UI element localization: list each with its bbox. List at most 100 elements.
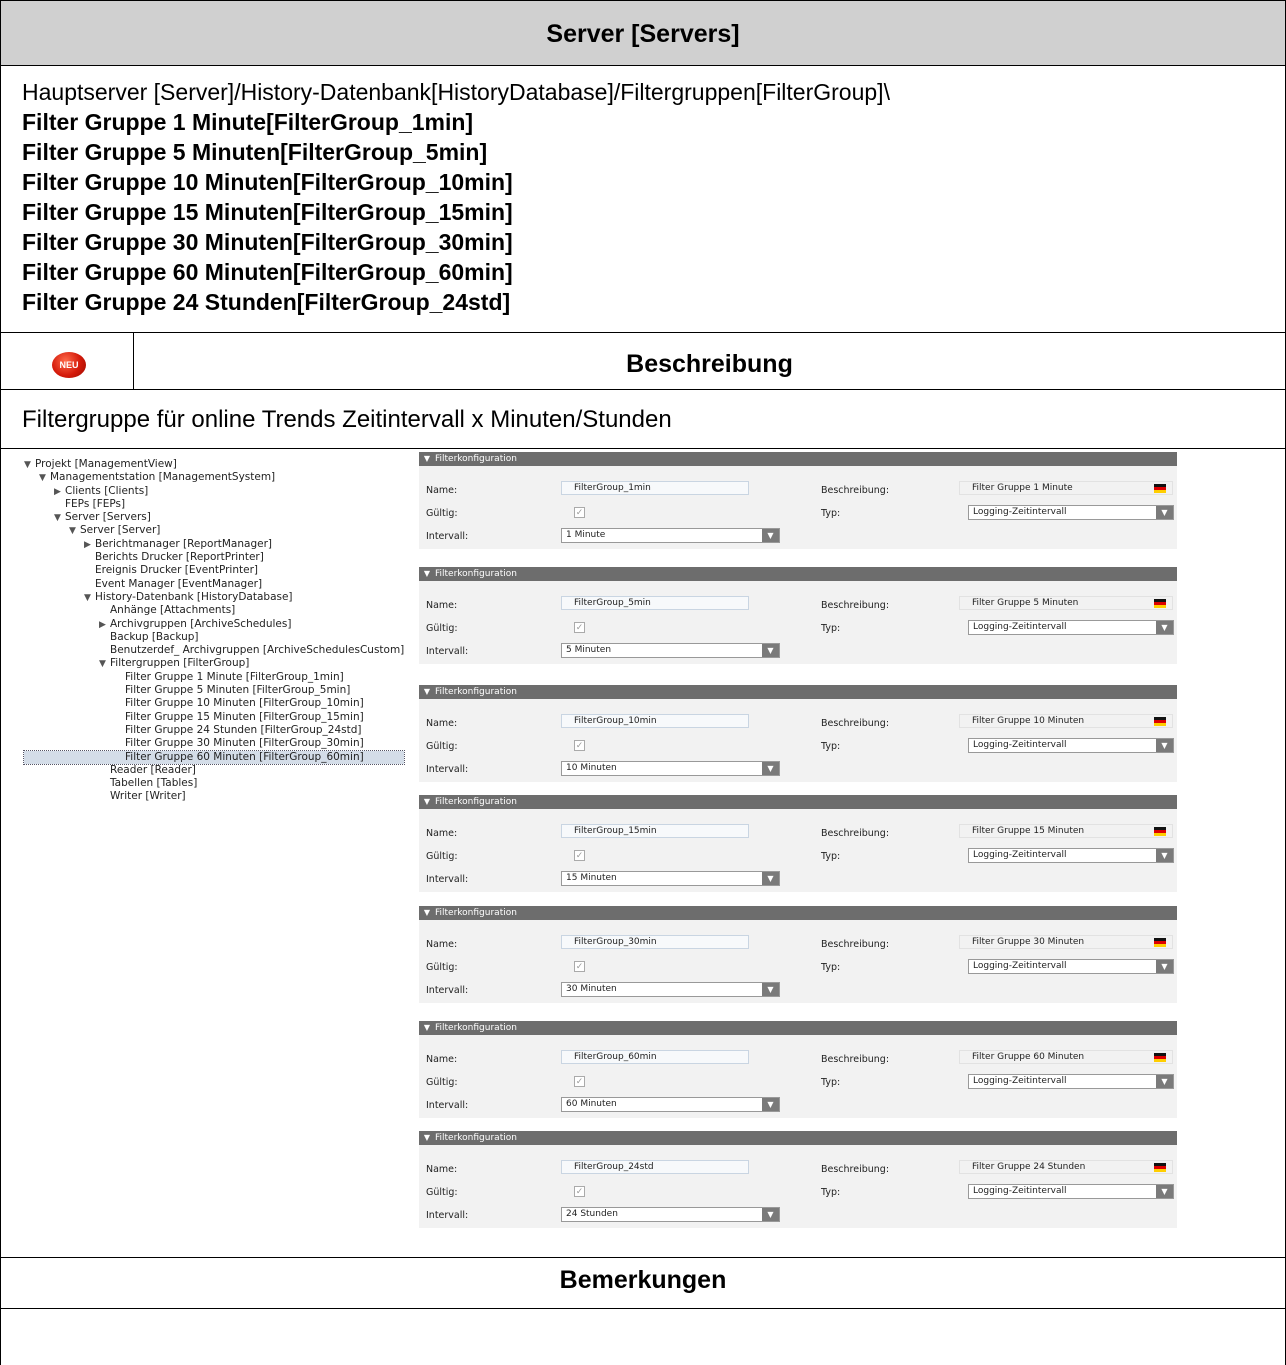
- german-flag-icon[interactable]: [1154, 827, 1166, 836]
- chevron-down-icon[interactable]: ▼: [762, 872, 779, 885]
- typ-select[interactable]: Logging-Zeitintervall ▼: [968, 738, 1174, 753]
- gueltig-checkbox[interactable]: ✓: [574, 740, 585, 751]
- name-field[interactable]: FilterGroup_24std: [561, 1160, 749, 1174]
- german-flag-icon[interactable]: [1154, 484, 1166, 493]
- beschreibung-field[interactable]: Filter Gruppe 24 Stunden: [959, 1160, 1173, 1174]
- chevron-down-icon[interactable]: ▼: [1156, 960, 1173, 973]
- intervall-select[interactable]: 10 Minuten ▼: [561, 761, 780, 776]
- german-flag-icon[interactable]: [1154, 1053, 1166, 1062]
- chevron-down-icon[interactable]: ▼: [1156, 849, 1173, 862]
- expand-right-icon[interactable]: ▶: [99, 619, 110, 632]
- intervall-select[interactable]: 15 Minuten ▼: [561, 871, 780, 886]
- name-field[interactable]: FilterGroup_10min: [561, 714, 749, 728]
- chevron-down-icon[interactable]: ▼: [762, 762, 779, 775]
- tree-node[interactable]: Filter Gruppe 5 Minuten [FilterGroup_5mi…: [24, 684, 404, 697]
- intervall-select[interactable]: 30 Minuten ▼: [561, 982, 780, 997]
- tree-node[interactable]: ▼ Filtergruppen [FilterGroup]: [24, 657, 404, 670]
- chevron-down-icon[interactable]: ▼: [1156, 739, 1173, 752]
- beschreibung-field[interactable]: Filter Gruppe 10 Minuten: [959, 714, 1173, 728]
- typ-select[interactable]: Logging-Zeitintervall ▼: [968, 1074, 1174, 1089]
- tree-node[interactable]: ▼ Server [Server]: [24, 524, 404, 537]
- typ-select[interactable]: Logging-Zeitintervall ▼: [968, 505, 1174, 520]
- name-field[interactable]: FilterGroup_5min: [561, 596, 749, 610]
- intervall-select[interactable]: 60 Minuten ▼: [561, 1097, 780, 1112]
- tree-node[interactable]: Filter Gruppe 24 Stunden [FilterGroup_24…: [24, 724, 404, 737]
- typ-select[interactable]: Logging-Zeitintervall ▼: [968, 848, 1174, 863]
- tree-node[interactable]: ▼ History-Datenbank [HistoryDatabase]: [24, 591, 404, 604]
- chevron-down-icon[interactable]: ▼: [762, 529, 779, 542]
- tree-node[interactable]: ▶ Berichtmanager [ReportManager]: [24, 538, 404, 551]
- tree-node[interactable]: Reader [Reader]: [24, 764, 404, 777]
- beschreibung-field[interactable]: Filter Gruppe 60 Minuten: [959, 1050, 1173, 1064]
- typ-select[interactable]: Logging-Zeitintervall ▼: [968, 959, 1174, 974]
- chevron-down-icon[interactable]: ▼: [1156, 621, 1173, 634]
- german-flag-icon[interactable]: [1154, 717, 1166, 726]
- chevron-down-icon[interactable]: ▼: [762, 1098, 779, 1111]
- collapse-icon[interactable]: ▼: [419, 1021, 435, 1035]
- name-field[interactable]: FilterGroup_1min: [561, 481, 749, 495]
- german-flag-icon[interactable]: [1154, 938, 1166, 947]
- tree-node[interactable]: ▼ Server [Servers]: [24, 511, 404, 524]
- tree-node[interactable]: Filter Gruppe 60 Minuten [FilterGroup_60…: [22, 749, 406, 765]
- typ-select[interactable]: Logging-Zeitintervall ▼: [968, 620, 1174, 635]
- name-field[interactable]: FilterGroup_30min: [561, 935, 749, 949]
- chevron-down-icon[interactable]: ▼: [762, 644, 779, 657]
- panel-header[interactable]: ▼ Filterkonfiguration: [419, 906, 1177, 920]
- panel-header[interactable]: ▼ Filterkonfiguration: [419, 567, 1177, 581]
- expand-down-icon[interactable]: ▼: [39, 472, 50, 485]
- tree-node[interactable]: ▶ Archivgruppen [ArchiveSchedules]: [24, 618, 404, 631]
- beschreibung-field[interactable]: Filter Gruppe 1 Minute: [959, 481, 1173, 495]
- gueltig-checkbox[interactable]: ✓: [574, 850, 585, 861]
- tree-node[interactable]: Filter Gruppe 10 Minuten [FilterGroup_10…: [24, 697, 404, 710]
- tree-node[interactable]: ▼ Managementstation [ManagementSystem]: [24, 471, 404, 484]
- beschreibung-field[interactable]: Filter Gruppe 15 Minuten: [959, 824, 1173, 838]
- tree-node[interactable]: FEPs [FEPs]: [24, 498, 404, 511]
- intervall-select[interactable]: 5 Minuten ▼: [561, 643, 780, 658]
- german-flag-icon[interactable]: [1154, 599, 1166, 608]
- tree-node[interactable]: ▶ Clients [Clients]: [24, 485, 404, 498]
- german-flag-icon[interactable]: [1154, 1163, 1166, 1172]
- tree-node[interactable]: Backup [Backup]: [24, 631, 404, 644]
- panel-header[interactable]: ▼ Filterkonfiguration: [419, 1131, 1177, 1145]
- collapse-icon[interactable]: ▼: [419, 567, 435, 581]
- collapse-icon[interactable]: ▼: [419, 906, 435, 920]
- tree-node[interactable]: Writer [Writer]: [24, 790, 404, 803]
- tree-node[interactable]: Filter Gruppe 1 Minute [FilterGroup_1min…: [24, 671, 404, 684]
- expand-down-icon[interactable]: ▼: [24, 459, 35, 472]
- gueltig-checkbox[interactable]: ✓: [574, 961, 585, 972]
- gueltig-checkbox[interactable]: ✓: [574, 1186, 585, 1197]
- project-tree[interactable]: ▼ Projekt [ManagementView] ▼ Managementstat…: [22, 458, 406, 804]
- expand-down-icon[interactable]: ▼: [84, 592, 95, 605]
- tree-node[interactable]: Tabellen [Tables]: [24, 777, 404, 790]
- expand-down-icon[interactable]: ▼: [99, 658, 110, 671]
- chevron-down-icon[interactable]: ▼: [1156, 1075, 1173, 1088]
- expand-right-icon[interactable]: ▶: [84, 539, 95, 552]
- tree-node[interactable]: Berichts Drucker [ReportPrinter]: [24, 551, 404, 564]
- expand-down-icon[interactable]: ▼: [69, 525, 80, 538]
- collapse-icon[interactable]: ▼: [419, 1131, 435, 1145]
- gueltig-checkbox[interactable]: ✓: [574, 622, 585, 633]
- tree-node[interactable]: Benutzerdef_ Archivgruppen [ArchiveSched…: [24, 644, 404, 657]
- chevron-down-icon[interactable]: ▼: [762, 1208, 779, 1221]
- panel-header[interactable]: ▼ Filterkonfiguration: [419, 795, 1177, 809]
- panel-header[interactable]: ▼ Filterkonfiguration: [419, 685, 1177, 699]
- name-field[interactable]: FilterGroup_15min: [561, 824, 749, 838]
- chevron-down-icon[interactable]: ▼: [762, 983, 779, 996]
- beschreibung-field[interactable]: Filter Gruppe 30 Minuten: [959, 935, 1173, 949]
- gueltig-checkbox[interactable]: ✓: [574, 1076, 585, 1087]
- tree-node[interactable]: ▼ Projekt [ManagementView]: [24, 458, 404, 471]
- tree-node[interactable]: Event Manager [EventManager]: [24, 578, 404, 591]
- panel-header[interactable]: ▼ Filterkonfiguration: [419, 452, 1177, 466]
- tree-node[interactable]: Anhänge [Attachments]: [24, 604, 404, 617]
- name-field[interactable]: FilterGroup_60min: [561, 1050, 749, 1064]
- chevron-down-icon[interactable]: ▼: [1156, 506, 1173, 519]
- tree-node[interactable]: Ereignis Drucker [EventPrinter]: [24, 564, 404, 577]
- gueltig-checkbox[interactable]: ✓: [574, 507, 585, 518]
- expand-right-icon[interactable]: ▶: [54, 486, 65, 499]
- tree-node[interactable]: Filter Gruppe 15 Minuten [FilterGroup_15…: [24, 711, 404, 724]
- collapse-icon[interactable]: ▼: [419, 452, 435, 466]
- tree-node[interactable]: Filter Gruppe 30 Minuten [FilterGroup_30…: [24, 737, 404, 750]
- panel-header[interactable]: ▼ Filterkonfiguration: [419, 1021, 1177, 1035]
- expand-down-icon[interactable]: ▼: [54, 512, 65, 525]
- collapse-icon[interactable]: ▼: [419, 795, 435, 809]
